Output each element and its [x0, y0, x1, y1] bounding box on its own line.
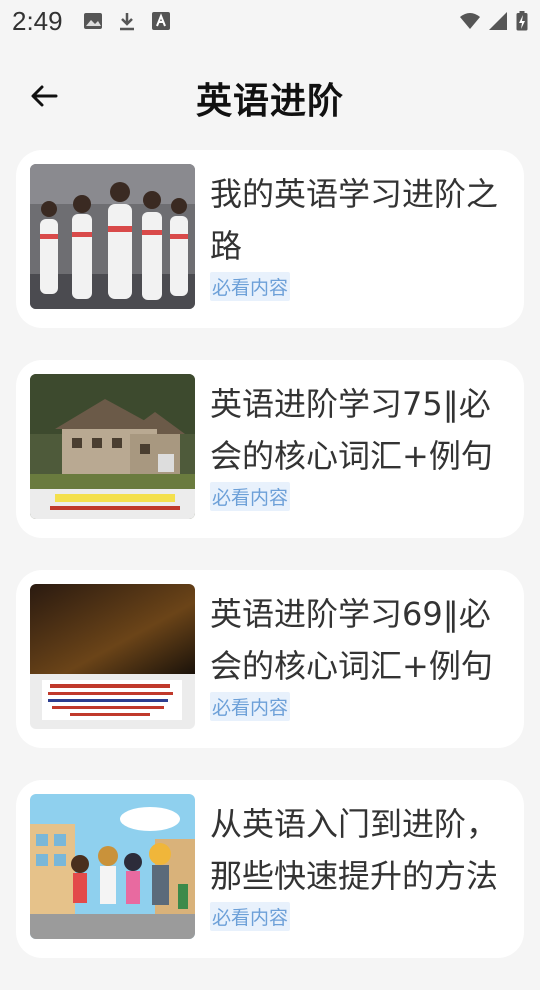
must-read-tag: 必看内容 — [210, 692, 291, 721]
system-icons — [460, 11, 528, 31]
article-card[interactable]: 英语进阶学习75‖必会的核心词汇+例句 必看内容 — [16, 360, 524, 538]
article-title: 英语进阶学习75‖必会的核心词汇+例句 — [210, 385, 493, 475]
article-card[interactable]: 我的英语学习进阶之路 必看内容 — [16, 150, 524, 328]
article-card[interactable]: 从英语入门到进阶，那些快速提升的方法 必看内容 — [16, 780, 524, 958]
article-thumbnail — [30, 794, 195, 939]
article-title: 英语进阶学习69‖必会的核心词汇+例句 — [210, 595, 493, 685]
article-card[interactable]: 英语进阶学习69‖必会的核心词汇+例句 必看内容 — [16, 570, 524, 748]
arrow-left-icon — [31, 85, 58, 107]
status-bar: 2:49 — [0, 0, 540, 42]
must-read-tag: 必看内容 — [210, 272, 291, 301]
page-title: 英语进阶 — [195, 81, 344, 122]
article-title: 从英语入门到进阶，那些快速提升的方法 — [210, 805, 499, 895]
back-button[interactable] — [22, 74, 66, 118]
image-icon — [83, 13, 102, 29]
text-icon — [151, 12, 170, 30]
app-header: 英语进阶 — [0, 62, 540, 134]
notification-icons — [83, 11, 171, 31]
article-thumbnail — [30, 374, 195, 519]
wifi-icon — [460, 13, 480, 29]
status-time: 2:49 — [12, 5, 63, 36]
article-list: 我的英语学习进阶之路 必看内容 英语进阶学习75‖必会的核心词汇+例句 必看内容… — [16, 150, 524, 990]
must-read-tag: 必看内容 — [210, 902, 291, 931]
article-thumbnail — [30, 164, 195, 309]
article-title: 我的英语学习进阶之路 — [210, 175, 499, 265]
battery-icon — [516, 11, 528, 31]
download-icon — [119, 13, 134, 31]
signal-icon — [489, 12, 507, 30]
must-read-tag: 必看内容 — [210, 482, 291, 511]
article-thumbnail — [30, 584, 195, 729]
